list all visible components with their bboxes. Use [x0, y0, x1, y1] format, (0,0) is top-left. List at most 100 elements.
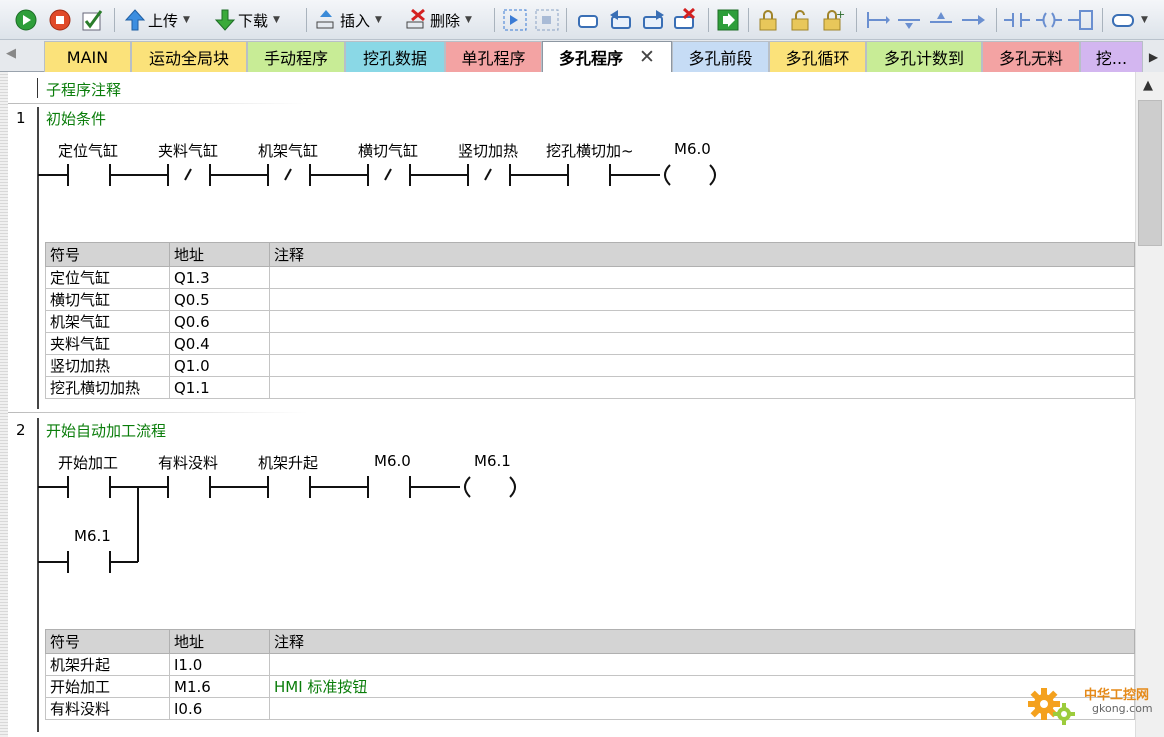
tab-multi-front[interactable]: 多孔前段	[672, 41, 769, 72]
close-tab-icon[interactable]: ✕	[639, 46, 655, 68]
box-button[interactable]	[1068, 7, 1094, 33]
upload-label: 上传	[148, 11, 179, 30]
back-button[interactable]	[608, 7, 634, 33]
chevron-down-icon: ▼	[183, 15, 190, 25]
coil-label: M6.0	[674, 140, 711, 158]
network-title: 初始条件	[46, 110, 107, 128]
table-row[interactable]: 夹料气缸 Q0.4	[45, 332, 1135, 355]
table-row[interactable]: 有料没料 I0.6	[45, 697, 1135, 720]
address-cell: Q1.3	[169, 266, 270, 289]
comment-cell	[269, 266, 1135, 289]
lock-button[interactable]	[756, 7, 780, 33]
column-header: 注释	[269, 629, 1135, 654]
watermark-url: gkong.com	[1092, 702, 1153, 715]
insert-button[interactable]: 插入 ▼	[314, 7, 382, 33]
tab-multi-loop[interactable]: 多孔循环	[769, 41, 866, 72]
symbol-cell: 开始加工	[45, 675, 170, 698]
comment-cell: HMI 标准按钮	[269, 675, 1135, 698]
contact-label: 夹料气缸	[158, 142, 219, 160]
table-row[interactable]: 横切气缸 Q0.5	[45, 288, 1135, 311]
insert-icon	[316, 10, 334, 29]
network-delete-icon	[535, 9, 559, 31]
lock-add-button[interactable]: +	[820, 7, 846, 33]
symbol-table: 符号 地址 注释 定位气缸 Q1.3 横切气缸 Q0.5 机架气缸 Q0.6 夹料气缸…	[45, 242, 1135, 399]
table-row[interactable]: 定位气缸 Q1.3	[45, 266, 1135, 289]
tab-label: 挖...	[1095, 49, 1128, 68]
tab-multi-empty[interactable]: 多孔无料	[982, 41, 1080, 72]
toggle-icon	[1112, 14, 1134, 27]
symbol-cell: 竖切加热	[45, 354, 170, 377]
table-row[interactable]: 挖孔横切加热 Q1.1	[45, 376, 1135, 399]
tab-hole-data[interactable]: 挖孔数据	[345, 41, 445, 72]
tab-label: 多孔无料	[998, 49, 1063, 68]
unlock-button[interactable]	[788, 7, 812, 33]
run-button[interactable]	[14, 7, 38, 33]
contact-label: 挖孔横切加~	[546, 142, 634, 160]
contact-label: 横切气缸	[358, 142, 419, 160]
symbol-cell: 横切气缸	[45, 288, 170, 311]
stop-icon	[49, 9, 71, 31]
compile-button[interactable]	[80, 7, 106, 33]
tab-single-hole[interactable]: 单孔程序	[445, 41, 542, 72]
network-insert-button[interactable]	[502, 7, 528, 33]
download-button[interactable]: 下载 ▼	[214, 7, 280, 33]
tab-label: 运动全局块	[148, 49, 229, 68]
chevron-down-icon: ▼	[1141, 15, 1148, 25]
goto-button[interactable]	[716, 7, 740, 33]
coil-button[interactable]	[1036, 7, 1062, 33]
tab-motion-global[interactable]: 运动全局块	[131, 41, 247, 72]
network-delete-button[interactable]	[534, 7, 560, 33]
tab-label: 多孔计数到	[883, 49, 964, 68]
comment-cell	[269, 354, 1135, 377]
tab-label: 多孔前段	[688, 49, 753, 68]
table-row[interactable]: 机架气缸 Q0.6	[45, 310, 1135, 333]
tab-main[interactable]: MAIN	[44, 41, 131, 72]
tab-multi-hole[interactable]: 多孔程序 ✕	[542, 41, 672, 72]
line-right-button[interactable]	[960, 7, 986, 33]
address-cell: Q0.6	[169, 310, 270, 333]
tab-scroll-right-icon[interactable]: ▶	[1143, 41, 1164, 72]
run-icon	[15, 9, 37, 31]
rect-tool-button[interactable]	[576, 7, 600, 33]
network-1-rung	[38, 164, 716, 186]
contact-button[interactable]	[1004, 7, 1030, 33]
vertical-scrollbar[interactable]: ▲	[1135, 72, 1164, 737]
subroutine-comment: 子程序注释	[46, 81, 122, 99]
line-up-button[interactable]	[928, 7, 954, 33]
address-cell: Q0.5	[169, 288, 270, 311]
address-cell: I0.6	[169, 697, 270, 720]
symbol-cell: 有料没料	[45, 697, 170, 720]
tab-dig[interactable]: 挖...	[1080, 41, 1143, 72]
address-cell: Q1.1	[169, 376, 270, 399]
more-button[interactable]: ▼	[1110, 7, 1148, 33]
comment-cell	[269, 697, 1135, 720]
coil-label: M6.1	[474, 452, 511, 470]
tab-scroll-left-icon[interactable]: ◀	[6, 46, 22, 66]
table-row[interactable]: 开始加工 M1.6 HMI 标准按钮	[45, 675, 1135, 698]
compile-check-icon	[82, 10, 103, 31]
scroll-thumb[interactable]	[1138, 100, 1162, 246]
address-cell: M1.6	[169, 675, 270, 698]
tab-bar: ◀ MAIN 运动全局块 手动程序 挖孔数据 单孔程序 多孔程序 ✕ 多孔前段 多…	[0, 40, 1164, 72]
forward-button[interactable]	[640, 7, 666, 33]
power-rail	[37, 107, 39, 409]
ladder-editor[interactable]: 子程序注释 1 初始条件 定位气缸 夹料气缸 机架气缸 横切气缸 竖切加热 挖孔…	[0, 72, 1135, 737]
clear-button[interactable]	[672, 7, 698, 33]
watermark: 中华工控网 gkong.com	[1028, 680, 1158, 726]
upload-button[interactable]: 上传 ▼	[124, 7, 190, 33]
branch-down-button[interactable]	[864, 7, 890, 33]
tab-multi-count[interactable]: 多孔计数到	[866, 41, 982, 72]
comment-cell	[269, 310, 1135, 333]
comment-cell	[269, 376, 1135, 399]
table-row[interactable]: 机架升起 I1.0	[45, 653, 1135, 676]
line-down-button[interactable]	[896, 7, 922, 33]
lock-add-icon: +	[823, 8, 845, 31]
lock-icon	[759, 10, 777, 31]
stop-button[interactable]	[48, 7, 72, 33]
network-icon	[503, 9, 527, 31]
scroll-up-icon[interactable]: ▲	[1143, 78, 1153, 93]
tab-label: 手动程序	[263, 49, 328, 68]
table-row[interactable]: 竖切加热 Q1.0	[45, 354, 1135, 377]
tab-manual[interactable]: 手动程序	[247, 41, 345, 72]
delete-button[interactable]: 删除 ▼	[404, 7, 472, 33]
